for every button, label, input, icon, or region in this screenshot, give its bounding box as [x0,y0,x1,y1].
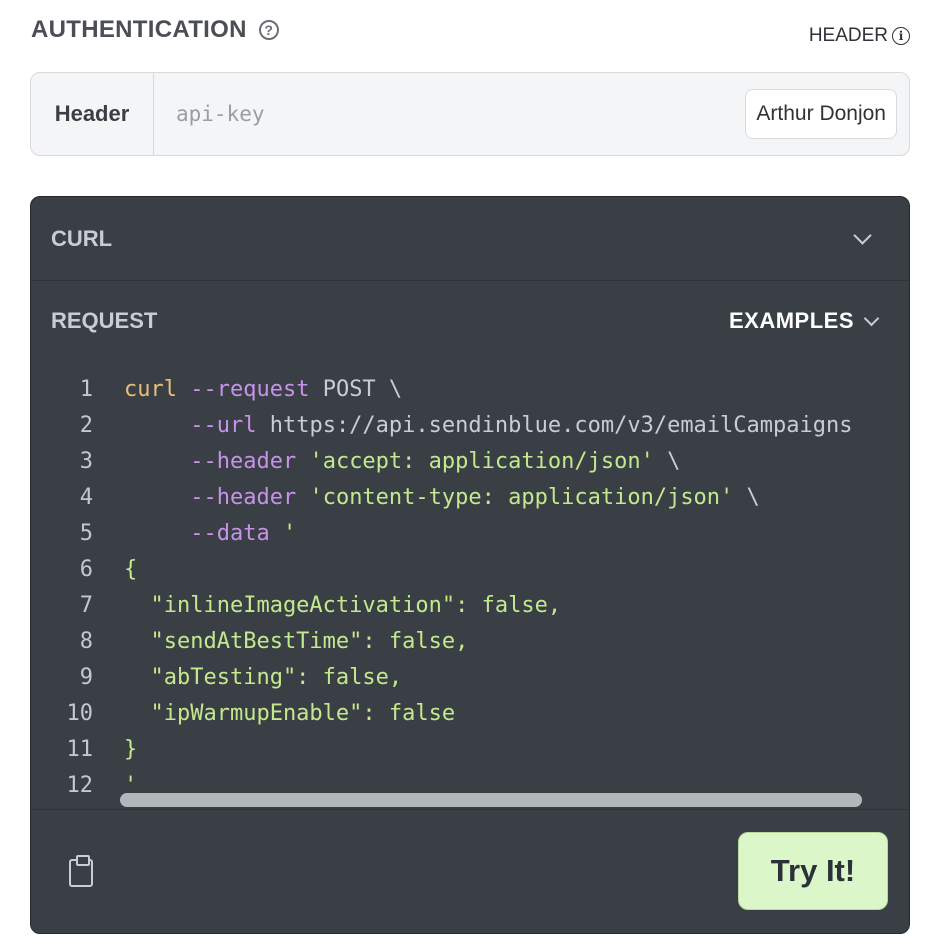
code-text: "sendAtBestTime": false, [93,629,468,654]
code-token: \ [733,484,760,510]
line-number: 5 [79,520,93,546]
line-number: 9 [79,664,93,690]
code-line: 1 curl --request POST \ [31,371,909,407]
horizontal-scrollbar[interactable] [120,793,862,807]
line-number: 12 [66,772,94,798]
code-token: --data [190,520,270,546]
api-key-input[interactable] [154,73,746,155]
language-selector[interactable]: CURL [31,197,909,281]
chevron-down-icon [863,310,880,326]
code-token: https://api.sendinblue.com/v3/emailCampa… [256,412,853,438]
code-token: } [124,736,138,762]
code-token: 'accept: application/json' [309,448,654,474]
try-it-button[interactable]: Try It! [738,832,888,910]
request-header: REQUEST EXAMPLES [31,281,909,361]
code-token: --url [190,412,257,438]
clipboard-icon[interactable] [69,855,93,887]
code-panel: CURL REQUEST EXAMPLES 1 curl --request PO… [30,196,910,934]
auth-location-label: HEADER [808,25,888,46]
code-token: --header [190,448,297,474]
code-line: 9 "abTesting": false, [31,659,909,695]
examples-label: EXAMPLES [728,308,854,333]
code-text: --url https://api.sendinblue.com/v3/emai… [93,412,853,438]
code-line: 2 --url https://api.sendinblue.com/v3/em… [31,407,909,443]
code-token: { [124,556,138,582]
code-line: 8 "sendAtBestTime": false, [31,623,909,659]
line-number: 10 [66,700,94,726]
line-number: 3 [79,448,93,474]
auth-type-label: Header [31,73,154,155]
request-label: REQUEST [51,308,158,333]
code-token: "inlineImageActivation": false, [124,592,562,618]
code-line: 11} [31,731,909,767]
code-text: } [93,737,137,762]
line-number: 6 [79,556,93,582]
info-icon[interactable]: i [892,27,910,45]
code-line: 4 --header 'content-type: application/js… [31,479,909,515]
code-token: "abTesting": false, [124,664,403,690]
line-number: 2 [79,412,93,438]
code-token: POST \ [309,376,403,402]
code-text: --header 'content-type: application/json… [93,485,760,510]
code-token: 'content-type: application/json' [309,484,734,510]
help-icon[interactable]: ? [258,20,279,40]
code-token: --request [190,376,310,402]
code-token: --header [190,484,297,510]
code-text: --data ' [93,521,296,546]
authentication-heading: AUTHENTICATION ? [31,16,279,44]
chevron-down-icon [853,226,872,245]
user-selector-button[interactable]: Arthur Donjon [745,89,897,139]
code-text: curl --request POST \ [93,377,402,402]
code-text: { [93,557,137,582]
auth-location: HEADER i [809,25,910,47]
line-number: 1 [79,376,93,402]
examples-dropdown[interactable]: EXAMPLES [729,308,889,334]
code-line: 3 --header 'accept: application/json' \ [31,443,909,479]
code-token: ' [282,520,297,546]
code-line: 6{ [31,551,909,587]
authentication-title: AUTHENTICATION [31,16,247,43]
language-label: CURL [51,225,113,251]
code-panel-footer: Try It! [31,809,909,933]
auth-field-group: Header Arthur Donjon [30,72,910,156]
code-text: "ipWarmupEnable": false [93,701,455,726]
code-token: "ipWarmupEnable": false [124,700,456,726]
code-block[interactable]: 1 curl --request POST \ 2 --url https://ap… [31,371,909,807]
code-line: 5 --data ' [31,515,909,551]
line-number: 11 [66,736,94,762]
code-token: curl [124,376,191,402]
code-token: "sendAtBestTime": false, [124,628,469,654]
code-line: 10 "ipWarmupEnable": false [31,695,909,731]
code-text: "abTesting": false, [93,665,402,690]
line-number: 4 [79,484,93,510]
code-token: \ [653,448,681,474]
line-number: 7 [79,592,93,618]
code-line: 7 "inlineImageActivation": false, [31,587,909,623]
code-text: "inlineImageActivation": false, [93,593,561,618]
line-number: 8 [79,628,93,654]
code-text: --header 'accept: application/json' \ [93,449,680,474]
